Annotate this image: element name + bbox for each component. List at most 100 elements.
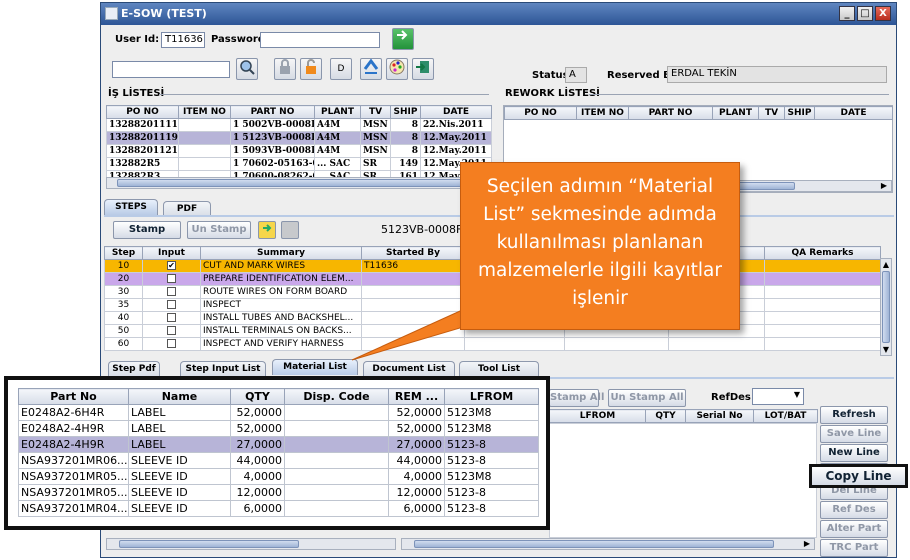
copy-line-button-zoom[interactable]: Copy Line [809, 464, 908, 488]
steps-cell: PREPARE IDENTIFICATION ELEM... [200, 272, 362, 286]
is-listesi-row[interactable]: 132882R51 70602-05163-041... SACSR14912.… [106, 157, 492, 171]
steps-col-header[interactable]: Summary [200, 246, 362, 260]
material-cell: LABEL [128, 420, 231, 437]
material-row[interactable]: NSA937201MR04... SLEEVE ID 6,0000 6,0000 512… [18, 500, 539, 517]
next-step-button[interactable] [258, 221, 276, 239]
search-button[interactable] [236, 58, 258, 80]
material-row[interactable]: NSA937201MR06... SLEEVE ID 44,0000 44,0000 5… [18, 452, 539, 469]
is-listesi-row[interactable]: 13288201121 1 5093VB-0008F A4M MSN 8 12.May.2… [106, 144, 492, 158]
material-left-scrollbar[interactable] [106, 538, 396, 550]
material-cell: NSA937201MR05... [18, 484, 129, 501]
ref-des-button[interactable]: Ref Des [820, 501, 888, 519]
material-col-header[interactable]: REM ... [388, 388, 445, 405]
material-col-header[interactable]: Part No [18, 388, 129, 405]
steps-col-header[interactable]: Started By [361, 246, 465, 260]
unlock-button[interactable] [300, 58, 322, 80]
material-col-header[interactable]: Name [128, 388, 231, 405]
steps-cell: ROUTE WIRES ON FORM BOARD [200, 285, 362, 299]
refresh-button[interactable]: Refresh [820, 406, 888, 424]
material-cell [284, 436, 389, 453]
rework-col-header[interactable]: PO NO [504, 106, 577, 120]
user-id-input[interactable]: T11636 [161, 32, 205, 48]
material-cell [284, 500, 389, 517]
material-row[interactable]: NSA937201MR05... SLEEVE ID 12,0000 12,0000 5… [18, 484, 539, 501]
is-listesi-col-header[interactable]: PLANT [314, 105, 361, 119]
password-input[interactable] [260, 32, 380, 48]
steps-scrollbar[interactable]: ▲ ▼ [880, 258, 892, 356]
material-col-header[interactable]: LFROM [444, 388, 539, 405]
trc-part-button[interactable]: TRC Part [820, 539, 888, 557]
material-row[interactable]: E0248A2-6H4R LABEL 52,0000 52,0000 5123M8 [18, 404, 539, 421]
material-right-scrollbar[interactable]: ▶ [401, 538, 815, 550]
rework-col-header[interactable]: DATE [814, 106, 893, 120]
is-listesi-row[interactable]: 13288201119 1 5123VB-0008F A4M MSN 8 12.May.2… [106, 131, 492, 145]
close-button[interactable]: X [875, 6, 891, 21]
input-checkbox[interactable] [167, 300, 176, 309]
input-checkbox[interactable] [167, 339, 176, 348]
material-col-header[interactable]: QTY [230, 388, 285, 405]
maximize-button[interactable]: □ [857, 6, 873, 21]
is-listesi-cell: 22.Nis.2011 [420, 118, 492, 132]
is-listesi-cell: SR [360, 157, 391, 171]
material-right-col-header[interactable]: LOT/BAT [753, 409, 818, 423]
material-row[interactable]: E0248A2-4H9R LABEL 52,0000 52,0000 5123M8 [18, 420, 539, 437]
material-cell: E0248A2-6H4R [18, 404, 129, 421]
rework-col-header[interactable]: PLANT [712, 106, 759, 120]
unstamp-button[interactable]: Un Stamp [187, 221, 251, 239]
is-listesi-scrollbar[interactable] [106, 177, 491, 189]
is-listesi-col-header[interactable]: DATE [420, 105, 492, 119]
input-checkbox[interactable]: ✔ [167, 261, 176, 270]
rework-col-header[interactable]: SHIP [784, 106, 815, 120]
tab-step-pdf[interactable]: Step Pdf [108, 361, 160, 377]
material-col-header[interactable]: Disp. Code [284, 388, 389, 405]
rework-col-header[interactable]: ITEM NO [576, 106, 629, 120]
tab-step-input-list[interactable]: Step Input List [180, 361, 266, 377]
unstamp-all-button[interactable]: Un Stamp All [608, 389, 686, 407]
refdes-select[interactable]: ▼ [752, 388, 804, 405]
material-right-col-header[interactable]: Serial No [685, 409, 754, 423]
minimize-button[interactable]: _ [839, 6, 855, 21]
material-row[interactable]: NSA937201MR05... SLEEVE ID 4,0000 4,0000 512… [18, 468, 539, 485]
input-checkbox[interactable] [167, 313, 176, 322]
rework-col-header[interactable]: PART NO [628, 106, 713, 120]
is-listesi-col-header[interactable]: TV [360, 105, 391, 119]
input-checkbox[interactable] [167, 274, 176, 283]
disabled-step-button[interactable] [281, 221, 299, 239]
steps-col-header[interactable]: Input [142, 246, 201, 260]
steps-col-header[interactable]: QA Remarks [764, 246, 881, 260]
is-listesi-col-header[interactable]: SHIP [390, 105, 421, 119]
rework-col-header[interactable]: TV [758, 106, 785, 120]
material-cell: 5123M8 [444, 468, 539, 485]
palette-button[interactable] [386, 58, 408, 80]
search-input[interactable] [112, 61, 230, 78]
material-right-col-header[interactable]: LFROM [549, 409, 646, 423]
lock-button[interactable] [274, 58, 296, 80]
input-checkbox[interactable] [167, 287, 176, 296]
stamp-button[interactable]: Stamp [113, 221, 181, 239]
transfer-button[interactable] [360, 58, 382, 80]
login-button[interactable] [392, 28, 414, 50]
steps-cell: ✔ [142, 259, 201, 273]
d-button[interactable]: D [330, 58, 352, 80]
new-line-button[interactable]: New Line [820, 444, 888, 462]
material-cell: LABEL [128, 404, 231, 421]
alter-part-button[interactable]: Alter Part [820, 520, 888, 538]
material-right-col-header[interactable]: QTY [645, 409, 686, 423]
is-listesi-cell: A4M [314, 131, 361, 145]
input-checkbox[interactable] [167, 326, 176, 335]
save-line-button[interactable]: Save Line [820, 425, 888, 443]
is-listesi-col-header[interactable]: PO NO [106, 105, 179, 119]
tab-steps[interactable]: STEPS [104, 199, 158, 215]
material-list-zoom: Part No Name QTY Disp. Code REM ... LFROM E02… [4, 376, 550, 530]
export-button[interactable] [412, 58, 434, 80]
steps-col-header[interactable]: Step [104, 246, 143, 260]
steps-cell [142, 337, 201, 351]
is-listesi-col-header[interactable]: PART NO [230, 105, 315, 119]
stamp-all-button[interactable]: Stamp All [549, 389, 604, 407]
is-listesi-col-header[interactable]: ITEM NO [178, 105, 231, 119]
material-row[interactable]: E0248A2-4H9R LABEL 27,0000 27,0000 5123-8 [18, 436, 539, 453]
is-listesi-cell: MSN [360, 118, 391, 132]
steps-row[interactable]: 60 INSPECT AND VERIFY HARNESS [104, 337, 881, 351]
is-listesi-row[interactable]: 13288201111 1 5002VB-0008F A4M MSN 8 22.Nis.2… [106, 118, 492, 132]
material-cell: SLEEVE ID [128, 468, 231, 485]
